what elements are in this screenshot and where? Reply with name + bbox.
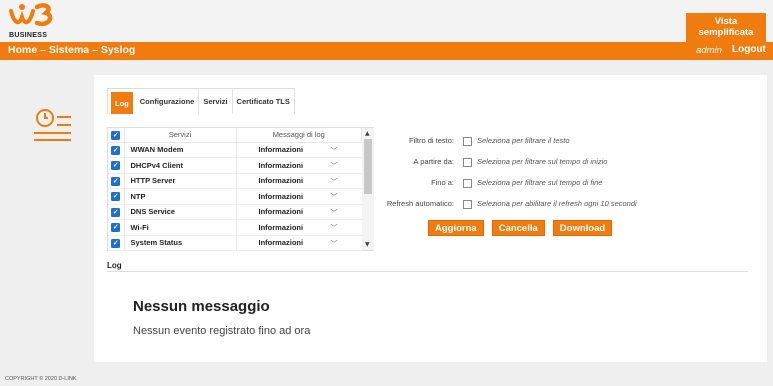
tab-configurazione[interactable]: Configurazione [136,89,200,114]
log-level-value: Informazioni [258,207,304,217]
select-all-checkbox[interactable]: ✓ [111,130,121,140]
filter-label: Refresh automatico: [386,199,454,208]
main-panel: Log Configurazione Servizi Certificato T… [94,75,767,362]
filter-text-checkbox[interactable] [463,137,472,146]
log-level-value: Informazioni [258,145,304,155]
breadcrumb: Home – Sistema – Syslog [8,44,135,56]
log-section-label: Log [107,261,122,270]
row-checkbox[interactable]: ✓ [111,161,121,170]
username-label: admin [696,45,722,56]
logout-link[interactable]: Logout [732,44,766,55]
simplified-view-button[interactable]: Vista semplificata [686,13,766,42]
row-checkbox[interactable]: ✓ [111,176,121,186]
w3-business-logo[interactable]: BUSINESS [8,1,88,41]
filter-hint: Seleziona per filtrare il testo [477,136,570,145]
log-level-value: Informazioni [258,238,304,248]
log-divider [107,271,748,272]
download-button[interactable]: Download [552,220,613,236]
service-name: WWAN Modem [124,142,237,158]
row-checkbox-cell: ✓ [108,219,125,236]
row-checkbox[interactable]: ✓ [111,223,121,232]
scroll-down-arrow-icon[interactable]: ▼ [365,241,370,248]
top-header: BUSINESS Vista semplificata [0,0,773,42]
syslog-list-icon [33,107,73,143]
chevron-down-icon: ﹀ [330,147,338,155]
table-row: ✓ Wi-Fi Informazioni ﹀ [108,219,362,236]
row-checkbox-cell: ✓ [108,157,125,174]
logo-business-text: BUSINESS [9,32,48,39]
log-level-value: Informazioni [258,160,304,170]
copyright-footer: COPYRIGHT © 2020 D-LINK [5,376,77,382]
select-all-cell: ✓ [108,128,125,143]
delete-button[interactable]: Cancella [491,220,545,236]
simplified-view-label-2: semplificata [698,27,754,38]
action-buttons: Aggiorna Cancella Download [428,220,613,236]
filter-end-checkbox[interactable] [463,179,472,188]
log-level-select[interactable]: Informazioni ﹀ [236,219,362,236]
row-checkbox-cell: ✓ [108,142,125,158]
filter-hint: Seleziona per filtrare sul tempo di fine [477,178,603,187]
table-row: ✓ System Status Informazioni ﹀ [108,235,362,251]
service-name: DNS Service [124,204,237,220]
log-level-value: Informazioni [258,191,304,201]
service-name: Wi-Fi [124,219,237,236]
tab-servizi[interactable]: Servizi [199,89,233,114]
filter-hint: Seleziona per filtrare sul tempo di iniz… [477,157,608,166]
services-table: ✓ Servizi Messaggi di log ✓ WWAN Modem I… [108,128,362,251]
breadcrumb-separator: – [37,44,49,56]
update-button[interactable]: Aggiorna [428,220,484,236]
chevron-down-icon: ﹀ [330,225,338,232]
filter-label: Filtro di testo: [408,136,454,145]
row-checkbox[interactable]: ✓ [111,192,121,201]
nav-bar: Home – Sistema – Syslog admin Logout [0,42,773,60]
column-header-servizi: Servizi [124,128,237,143]
table-scrollbar[interactable]: ▲ ▼ [362,128,374,250]
row-checkbox-cell: ✓ [108,204,125,220]
service-name: System Status [124,235,237,251]
chevron-down-icon: ﹀ [330,240,338,248]
row-checkbox[interactable]: ✓ [111,238,121,248]
row-checkbox-cell: ✓ [108,235,125,251]
service-name: NTP [124,188,237,205]
auto-refresh-checkbox[interactable] [463,200,472,209]
breadcrumb-syslog[interactable]: Syslog [101,44,135,56]
tab-log[interactable]: Log [111,92,133,114]
log-level-value: Informazioni [258,222,304,232]
row-checkbox[interactable]: ✓ [111,207,121,217]
row-checkbox-cell: ✓ [108,188,125,205]
filter-hint: Seleziona per abilitare il refresh ogni … [477,199,637,208]
filter-label: Fino a: [431,178,454,187]
row-checkbox-cell: ✓ [108,173,125,189]
log-level-select[interactable]: Informazioni ﹀ [236,235,362,251]
w3-logo-mark [9,3,53,27]
simplified-view-label-1: Vista [714,16,738,27]
breadcrumb-sistema[interactable]: Sistema [49,44,89,56]
empty-log-title: Nessun messaggio [133,298,270,315]
services-table-container: ✓ Servizi Messaggi di log ✓ WWAN Modem I… [107,127,374,251]
tab-bar: Log Configurazione Servizi Certificato T… [107,88,295,114]
breadcrumb-home[interactable]: Home [8,44,37,56]
log-level-value: Informazioni [258,176,304,186]
tab-certificato-tls[interactable]: Certificato TLS [233,89,294,114]
empty-log-subtitle: Nessun evento registrato fino ad ora [133,325,311,337]
chevron-down-icon: ﹀ [330,209,338,217]
breadcrumb-separator: – [89,44,101,56]
row-checkbox[interactable]: ✓ [111,145,121,155]
service-name: HTTP Server [124,173,237,189]
filter-label: A partire da: [413,157,454,166]
service-name: DHCPv4 Client [124,157,237,174]
filter-start-checkbox[interactable] [463,158,472,167]
